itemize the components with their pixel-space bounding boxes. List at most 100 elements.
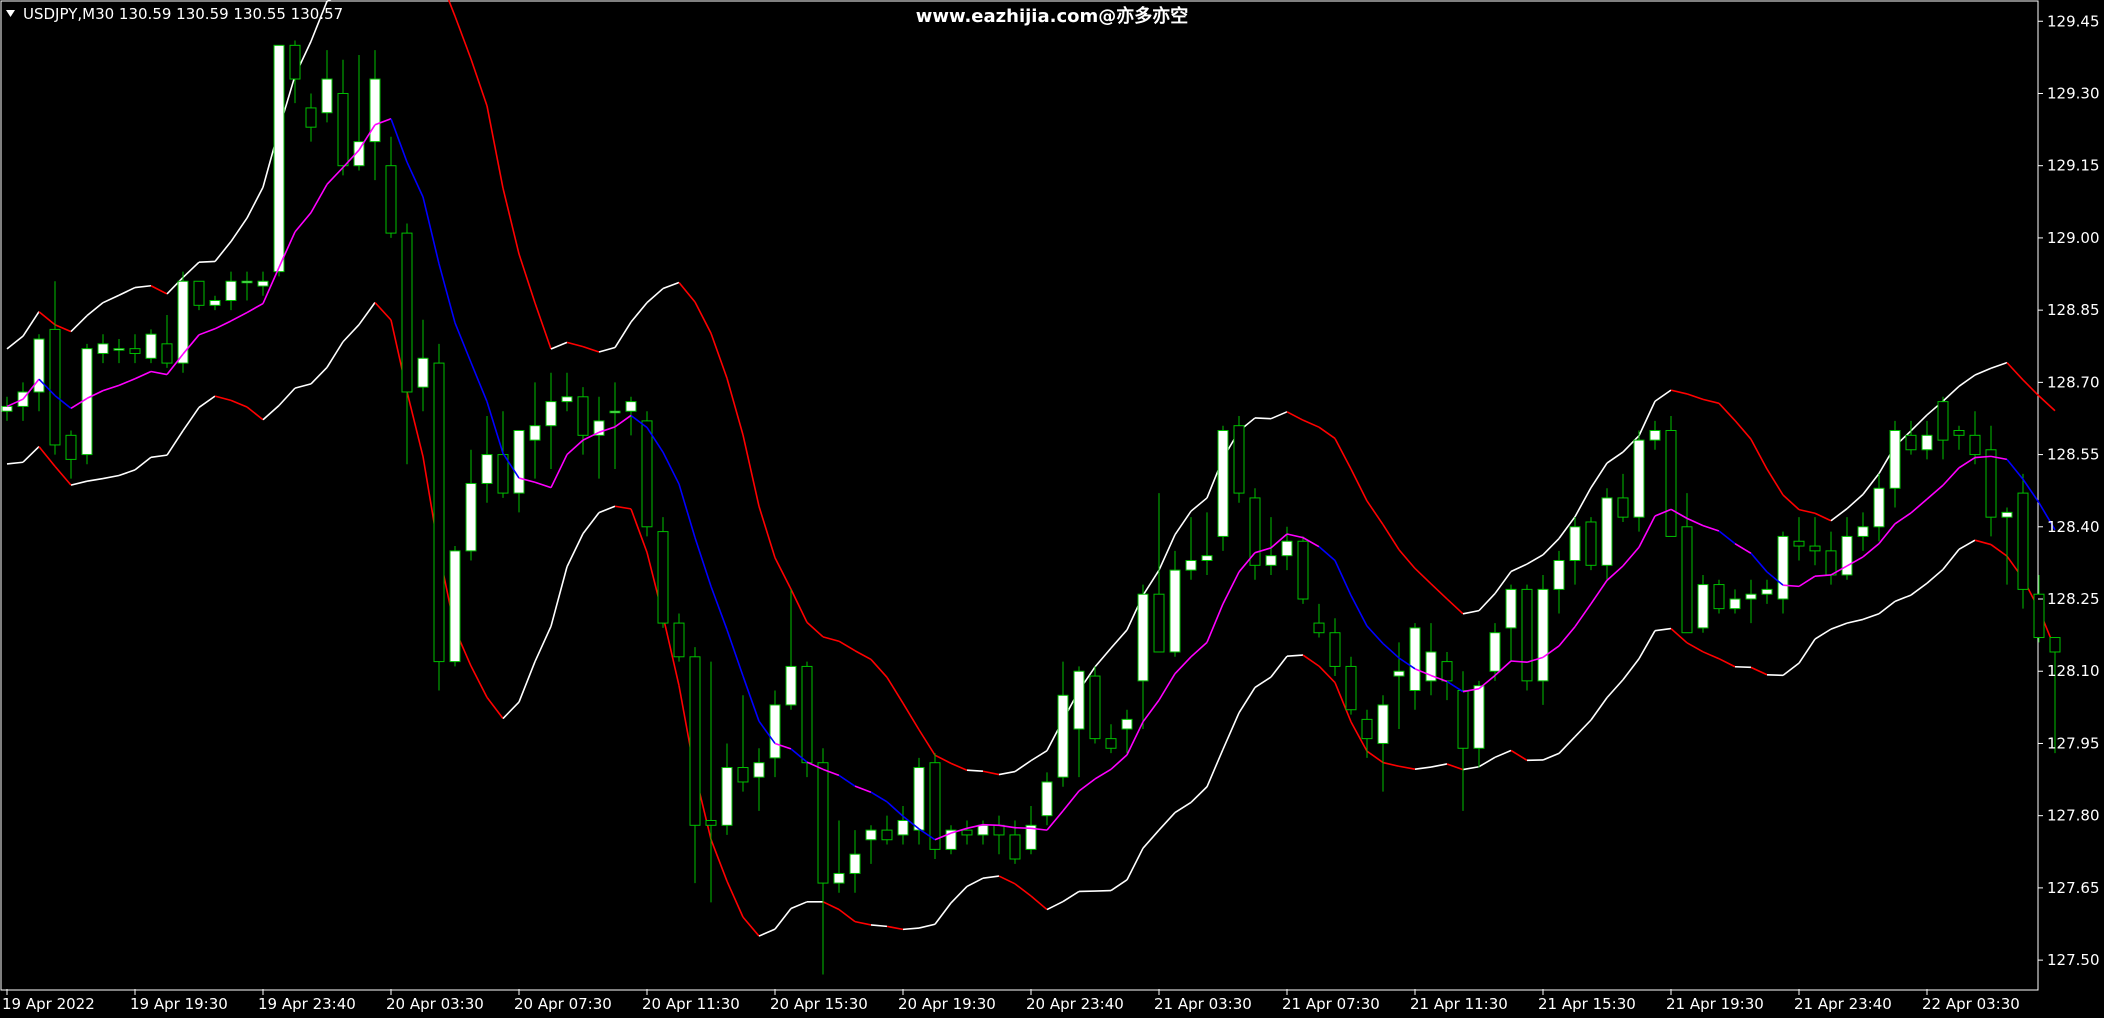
ma-segment: [310, 183, 328, 214]
lower-envelope-segment: [1206, 748, 1224, 788]
candle-body: [849, 853, 861, 874]
candle-body: [417, 357, 429, 388]
candle-body: [1889, 430, 1901, 489]
candle-body: [513, 430, 525, 494]
upper-envelope-segment: [918, 729, 936, 756]
price-axis: 129.45 129.30 129.15 129.00 128.85 128.70 128.…: [2038, 12, 2100, 969]
candle-body: [929, 762, 941, 850]
upper-envelope-segment: [598, 346, 616, 353]
lower-envelope-segment: [1462, 765, 1480, 771]
upper-envelope-segment: [1990, 361, 2008, 369]
upper-envelope-segment: [646, 287, 664, 304]
candle-body: [561, 396, 573, 403]
candle-body: [401, 232, 413, 393]
upper-envelope-segment: [1398, 549, 1416, 569]
upper-envelope-segment: [1814, 512, 1832, 522]
ma-segment: [1206, 603, 1224, 643]
upper-envelope-segment: [198, 260, 216, 263]
upper-envelope-segment: [486, 105, 504, 189]
ma-segment: [422, 196, 440, 264]
upper-envelope-segment: [630, 302, 648, 323]
candle-body: [49, 328, 61, 446]
lower-envelope-segment: [358, 302, 376, 326]
candle-body: [1985, 449, 1997, 518]
upper-envelope-segment: [870, 658, 888, 678]
candle-body: [65, 434, 77, 460]
price-tick-label: 127.50: [2047, 951, 2100, 969]
upper-envelope-segment: [1974, 367, 1992, 376]
lower-envelope-segment: [566, 533, 584, 568]
candle-body: [289, 44, 301, 80]
ma-segment: [1574, 603, 1592, 628]
upper-envelope-segment: [1382, 524, 1400, 551]
upper-envelope-segment: [1798, 508, 1816, 515]
upper-envelope-segment: [1478, 593, 1496, 612]
lower-envelope-segment: [790, 901, 808, 910]
lower-envelope-segment: [502, 701, 520, 720]
candle-body: [1009, 834, 1021, 860]
lower-envelope-segment: [214, 395, 232, 402]
candle-body: [2033, 593, 2045, 639]
lower-envelope-segment: [1542, 752, 1560, 761]
candle-body: [1361, 718, 1373, 740]
upper-envelope-segment: [1718, 402, 1736, 422]
lower-envelope-segment: [1110, 879, 1128, 892]
candlestick-chart: 129.45 129.30 129.15 129.00 128.85 128.70 128.…: [0, 0, 2100, 1013]
time-tick-label: 21 Apr 19:30: [1666, 995, 1764, 1013]
candle-body: [273, 44, 285, 273]
lower-envelope-segment: [486, 696, 504, 720]
lower-envelope-segment: [102, 474, 120, 480]
upper-envelope-segment: [6, 335, 24, 350]
upper-envelope-segment: [1782, 494, 1800, 511]
lower-envelope-segment: [918, 923, 936, 929]
upper-envelope-segment: [1766, 468, 1784, 496]
candle-body: [1121, 718, 1133, 730]
triangle-down-icon[interactable]: [6, 10, 15, 17]
ma-segment: [566, 439, 584, 456]
upper-envelope-segment: [1446, 598, 1464, 615]
candle-body: [1105, 738, 1117, 749]
upper-envelope-segment: [1334, 438, 1352, 470]
candle-body: [1633, 439, 1645, 518]
candle-body: [241, 280, 253, 284]
lower-envelope-segment: [1478, 756, 1496, 768]
upper-envelope-segment: [1350, 468, 1368, 502]
candle-body: [1185, 559, 1197, 571]
upper-envelope-segment: [230, 217, 248, 243]
upper-envelope-segment: [1158, 534, 1176, 571]
candle-body: [881, 829, 893, 841]
lower-envelope-segment: [582, 512, 600, 535]
candle-body: [1873, 487, 1885, 528]
upper-envelope-segment: [1750, 438, 1768, 470]
lower-envelope-segment: [1766, 673, 1784, 677]
upper-envelope-segment: [1366, 500, 1384, 526]
moving-average-layer: [6, 118, 2056, 841]
upper-envelope-segment: [1606, 451, 1624, 464]
candle-body: [1441, 661, 1453, 682]
upper-envelope-segment: [1846, 493, 1864, 510]
lower-envelope-segment: [1558, 736, 1576, 754]
upper-envelope-segment: [774, 557, 792, 590]
lower-envelope-segment: [342, 324, 360, 343]
ma-segment: [1942, 467, 1960, 486]
upper-envelope-segment: [150, 285, 168, 295]
candle-body: [145, 333, 157, 359]
ma-segment: [1798, 575, 1816, 588]
lower-envelope-segment: [774, 907, 792, 930]
lower-envelope-segment: [1990, 543, 2008, 557]
upper-envelope-segment: [1030, 749, 1048, 762]
ma-segment: [1286, 533, 1304, 539]
upper-envelope-segment: [1142, 569, 1160, 596]
upper-envelope-segment: [118, 286, 136, 296]
time-tick-label: 19 Apr 2022: [2, 995, 95, 1013]
price-tick-label: 127.80: [2047, 807, 2100, 825]
time-tick-label: 22 Apr 03:30: [1922, 995, 2020, 1013]
ma-segment: [694, 537, 712, 587]
candle-body: [1649, 430, 1661, 441]
upper-envelope-segment: [550, 341, 568, 350]
ma-segment: [486, 401, 504, 454]
ma-segment: [534, 481, 552, 489]
candle-body: [81, 348, 93, 456]
candle-body: [385, 165, 397, 234]
lower-envelope-segment: [1414, 766, 1432, 770]
